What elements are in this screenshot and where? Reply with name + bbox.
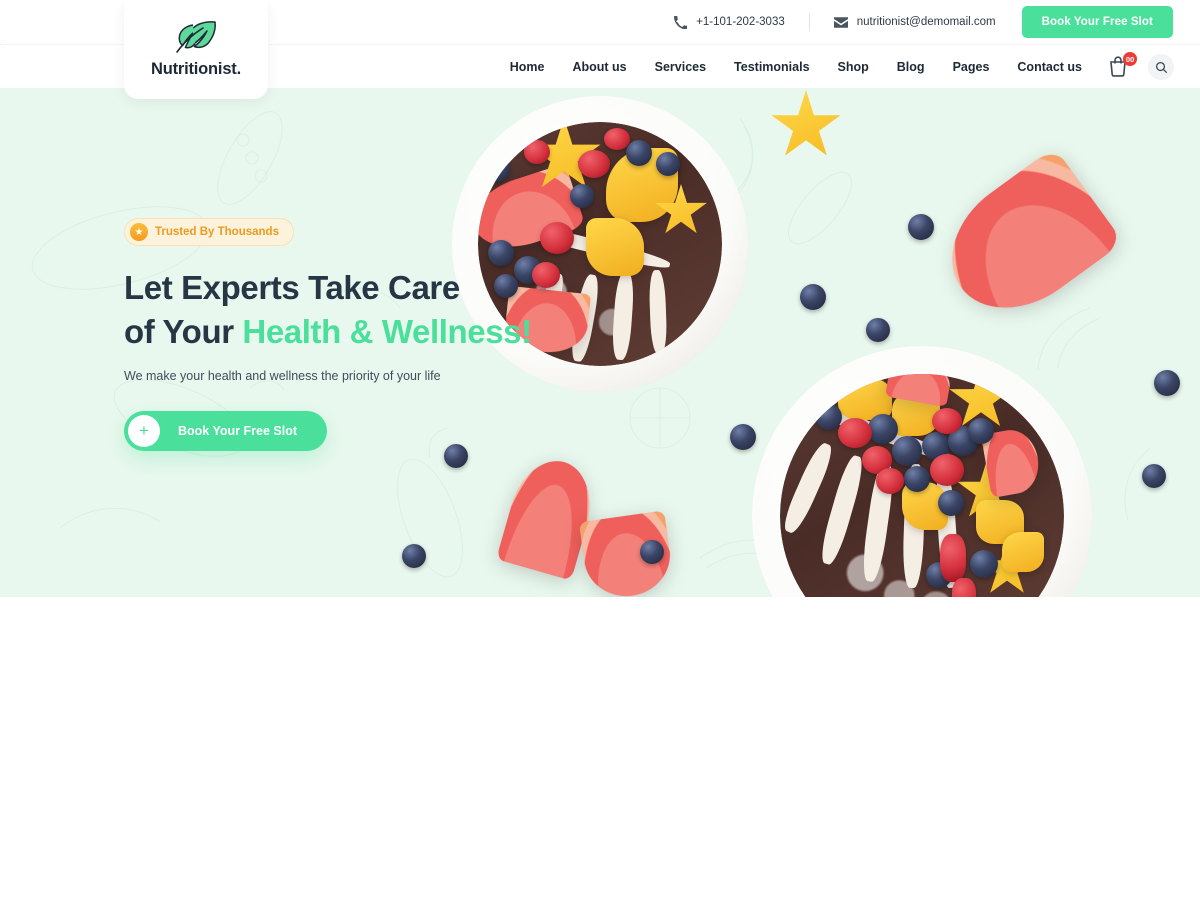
nav-item-pages[interactable]: Pages (939, 60, 1004, 74)
topbar-email[interactable]: nutritionist@demomail.com (833, 16, 996, 28)
nav-item-services[interactable]: Services (641, 60, 720, 74)
topbar-divider (808, 13, 810, 31)
hero-heading-line2-plain: of Your (124, 312, 243, 350)
nav-item-testimonials[interactable]: Testimonials (720, 60, 823, 74)
hero-heading-line1: Let Experts Take Care (124, 269, 460, 306)
top-bar-inner: +1-101-202-3033 nutritionist@demomail.co… (674, 0, 1200, 44)
blueberry-5 (1142, 464, 1166, 488)
leaf-icon (176, 21, 216, 53)
blueberry-7 (730, 424, 756, 450)
hero-heading: Let Experts Take Care of Your Health & W… (124, 266, 554, 353)
hero-section: ★ Trusted By Thousands Let Experts Take … (0, 88, 1200, 597)
search-icon (1155, 61, 1167, 73)
hero-heading-line2-accent: Health & Wellness! (242, 312, 532, 350)
blueberry-1 (908, 214, 934, 240)
blueberry-8 (402, 544, 426, 568)
nav-item-shop[interactable]: Shop (824, 60, 883, 74)
envelope-icon (833, 16, 848, 28)
topbar-phone-text: +1-101-202-3033 (696, 16, 785, 28)
nav-item-contact-us[interactable]: Contact us (1003, 60, 1096, 74)
cart-count-badge: 00 (1123, 52, 1137, 66)
logo[interactable]: Nutritionist. (124, 0, 268, 99)
blueberry-4 (1154, 370, 1180, 396)
book-free-slot-button-top[interactable]: Book Your Free Slot (1021, 6, 1173, 38)
topbar-email-text: nutritionist@demomail.com (856, 16, 996, 28)
plus-icon: + (128, 415, 160, 448)
star-icon: ★ (130, 223, 148, 241)
cart-button[interactable]: 00 (1108, 52, 1137, 79)
trusted-badge: ★ Trusted By Thousands (124, 218, 294, 246)
hero-book-free-slot-button[interactable]: + Book Your Free Slot (124, 411, 328, 452)
hero-cta-label: Book Your Free Slot (178, 424, 298, 439)
hero-copy: ★ Trusted By Thousands Let Experts Take … (124, 218, 554, 452)
search-button[interactable] (1148, 54, 1174, 80)
why-choose-us-section: Get Your Free Personalized Nutrition Pla… (0, 597, 1200, 900)
nav-item-blog[interactable]: Blog (883, 60, 939, 74)
blueberry-3 (866, 318, 890, 342)
logo-text: Nutritionist. (151, 60, 241, 78)
blueberry-2 (800, 284, 826, 310)
phone-icon (674, 15, 688, 29)
hero-subtitle: We make your health and wellness the pri… (124, 369, 441, 384)
nav-item-home[interactable]: Home (496, 60, 559, 74)
topbar-phone[interactable]: +1-101-202-3033 (674, 15, 785, 29)
nav-item-about-us[interactable]: About us (558, 60, 640, 74)
page-root: +1-101-202-3033 nutritionist@demomail.co… (0, 0, 1200, 900)
blueberry-9 (640, 540, 664, 564)
trusted-badge-label: Trusted By Thousands (155, 226, 279, 238)
nav-links: Home About us Services Testimonials Shop… (496, 45, 1200, 89)
